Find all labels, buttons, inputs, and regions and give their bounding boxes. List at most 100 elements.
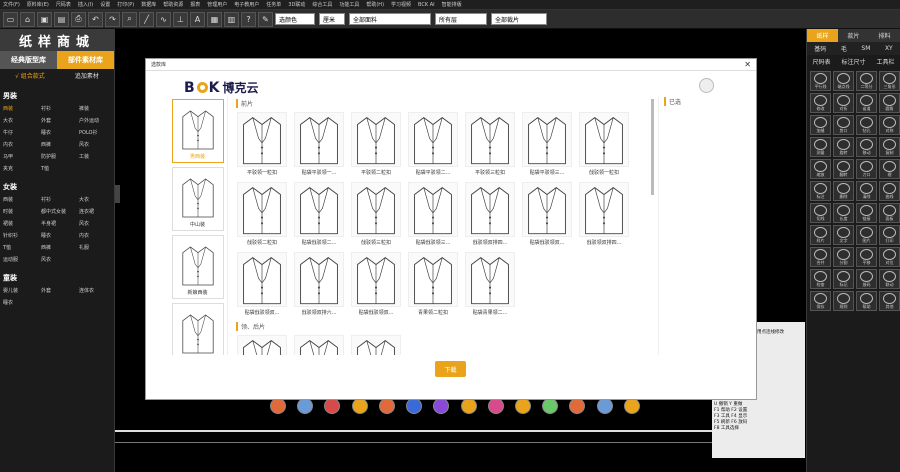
layout-icon[interactable]: ▥ bbox=[224, 11, 239, 27]
category-item[interactable]: 西装 bbox=[3, 105, 41, 112]
panel-option[interactable]: 工具栏 bbox=[876, 57, 894, 66]
tool-button[interactable]: 端点线 bbox=[833, 71, 854, 91]
tool-button[interactable]: 放码 bbox=[856, 269, 877, 289]
category-item[interactable]: 户外运动 bbox=[79, 117, 117, 124]
tool-button[interactable]: 删除 bbox=[833, 181, 854, 201]
tool-button[interactable]: 图片 bbox=[856, 225, 877, 245]
style-card[interactable]: 贴袋平驳领二... bbox=[407, 112, 459, 176]
curve-icon[interactable]: ∿ bbox=[156, 11, 171, 27]
style-card[interactable]: 贴袋戗驳领双... bbox=[350, 252, 402, 316]
dock-icon[interactable] bbox=[406, 398, 423, 414]
category-item[interactable]: 西裤 bbox=[41, 141, 79, 148]
dock-icon[interactable] bbox=[297, 398, 314, 414]
panel-option[interactable]: 标注尺寸 bbox=[841, 57, 865, 66]
combine-style-toggle[interactable]: √ 组合款式 bbox=[15, 71, 45, 80]
print-icon[interactable]: ⎙ bbox=[71, 11, 86, 27]
pieces-select[interactable]: 全部裁片 bbox=[491, 13, 547, 25]
menu-item[interactable]: 插入(I) bbox=[78, 1, 93, 8]
text-icon[interactable]: A bbox=[190, 11, 205, 27]
category-item[interactable]: T恤 bbox=[3, 244, 41, 251]
unit-select[interactable]: 厘米 bbox=[319, 13, 345, 25]
line-icon[interactable]: ╱ bbox=[139, 11, 154, 27]
tool-button[interactable]: 文字 bbox=[833, 225, 854, 245]
download-button[interactable]: 下载 bbox=[435, 361, 466, 377]
tool-button[interactable]: 规则 bbox=[833, 291, 854, 311]
tool-button[interactable]: 二等分 bbox=[856, 71, 877, 91]
tool-button[interactable]: 加缝 bbox=[810, 115, 831, 135]
right-tab[interactable]: 纸样 bbox=[807, 29, 838, 42]
dock-icon[interactable] bbox=[514, 398, 531, 414]
dock-icon[interactable] bbox=[270, 398, 286, 414]
category-item[interactable]: 马甲 bbox=[3, 153, 41, 160]
menu-item[interactable]: 报表 bbox=[190, 1, 200, 8]
tool-button[interactable]: 链接 bbox=[856, 203, 877, 223]
category-item[interactable]: 都中式女装 bbox=[41, 208, 79, 215]
menu-item[interactable]: 帮助资源 bbox=[163, 1, 183, 8]
style-card[interactable] bbox=[350, 335, 402, 355]
style-card[interactable]: 贴袋戗驳领双... bbox=[521, 182, 573, 246]
tool-button[interactable]: 分割 bbox=[833, 247, 854, 267]
tab-parts-library[interactable]: 部件素材库 bbox=[57, 51, 114, 69]
dock-icon[interactable] bbox=[596, 398, 613, 414]
tool-button[interactable]: 合并 bbox=[810, 247, 831, 267]
style-category-item[interactable]: 中山装 bbox=[171, 167, 224, 231]
tool-button[interactable]: 对称 bbox=[879, 115, 900, 135]
size-option[interactable]: XY bbox=[885, 45, 893, 52]
dock-icon[interactable] bbox=[623, 398, 640, 414]
dock-icon[interactable] bbox=[542, 398, 559, 414]
dock-icon[interactable] bbox=[351, 398, 368, 414]
dock-icon[interactable] bbox=[569, 398, 586, 414]
menu-item[interactable]: 学习视频 bbox=[391, 1, 411, 8]
style-card[interactable]: 贴袋平驳领三... bbox=[521, 112, 573, 176]
open-file-icon[interactable]: ⌂ bbox=[20, 11, 35, 27]
dock-icon[interactable] bbox=[487, 398, 504, 414]
category-item[interactable]: 裙装 bbox=[3, 220, 41, 227]
tool-button[interactable]: 帮助 bbox=[856, 291, 877, 311]
dock-icon[interactable] bbox=[433, 398, 450, 414]
style-category-item[interactable]: 男西装 bbox=[171, 99, 224, 163]
material-select[interactable]: 全部面料 bbox=[349, 13, 431, 25]
help-icon[interactable]: ? bbox=[241, 11, 256, 27]
category-item[interactable]: 外套 bbox=[41, 287, 79, 294]
menu-item[interactable]: 任务单 bbox=[266, 1, 281, 8]
tool-button[interactable]: 复制 bbox=[879, 137, 900, 157]
style-card[interactable]: 戗驳领一粒扣 bbox=[578, 112, 630, 176]
category-item[interactable]: 针织衫 bbox=[3, 232, 41, 239]
tool-button[interactable]: 翻转 bbox=[833, 159, 854, 179]
menu-item[interactable]: 智能排版 bbox=[442, 1, 462, 8]
style-card[interactable] bbox=[293, 335, 345, 355]
category-item[interactable]: 大衣 bbox=[79, 196, 117, 203]
category-item[interactable]: 连衣裙 bbox=[79, 208, 117, 215]
style-card[interactable] bbox=[236, 335, 288, 355]
tool-button[interactable]: 检查 bbox=[810, 269, 831, 289]
redo-icon[interactable]: ↷ bbox=[105, 11, 120, 27]
menu-item[interactable]: 尺码表 bbox=[56, 1, 71, 8]
grid-icon[interactable]: ▦ bbox=[207, 11, 222, 27]
scrollbar[interactable] bbox=[651, 99, 654, 195]
style-card[interactable]: 戗驳领二粒扣 bbox=[236, 182, 288, 246]
tool-button[interactable]: 钻孔 bbox=[856, 115, 877, 135]
tool-button[interactable]: 保存 bbox=[810, 291, 831, 311]
save-as-icon[interactable]: ▤ bbox=[54, 11, 69, 27]
style-category-item[interactable]: 新郎西装 bbox=[171, 303, 224, 355]
menu-item[interactable]: BCK AI bbox=[418, 2, 435, 8]
panel-collapse-handle[interactable] bbox=[115, 185, 120, 203]
tool-button[interactable]: 移动 bbox=[856, 137, 877, 157]
append-material-button[interactable]: 追加素材 bbox=[75, 71, 99, 80]
category-item[interactable]: 工装 bbox=[79, 153, 117, 160]
tool-button[interactable]: 剪口 bbox=[833, 115, 854, 135]
close-icon[interactable]: ✕ bbox=[744, 60, 751, 69]
style-card[interactable]: 戗驳领双排四... bbox=[578, 182, 630, 246]
menu-item[interactable]: 打印(P) bbox=[117, 1, 134, 8]
tool-button[interactable]: 曲线 bbox=[879, 181, 900, 201]
style-card[interactable]: 贴袋戗驳领双... bbox=[236, 252, 288, 316]
category-item[interactable]: 牛仔 bbox=[3, 129, 41, 136]
style-card[interactable]: 平驳领二粒扣 bbox=[350, 112, 402, 176]
tool-button[interactable]: 旋转 bbox=[833, 137, 854, 157]
category-item[interactable]: 睡衣 bbox=[41, 129, 79, 136]
tool-button[interactable]: 对折 bbox=[833, 93, 854, 113]
user-avatar-icon[interactable] bbox=[699, 78, 714, 93]
measure-icon[interactable]: ⊥ bbox=[173, 11, 188, 27]
category-item[interactable]: 裤装 bbox=[79, 105, 117, 112]
right-tab[interactable]: 排料 bbox=[869, 29, 900, 42]
